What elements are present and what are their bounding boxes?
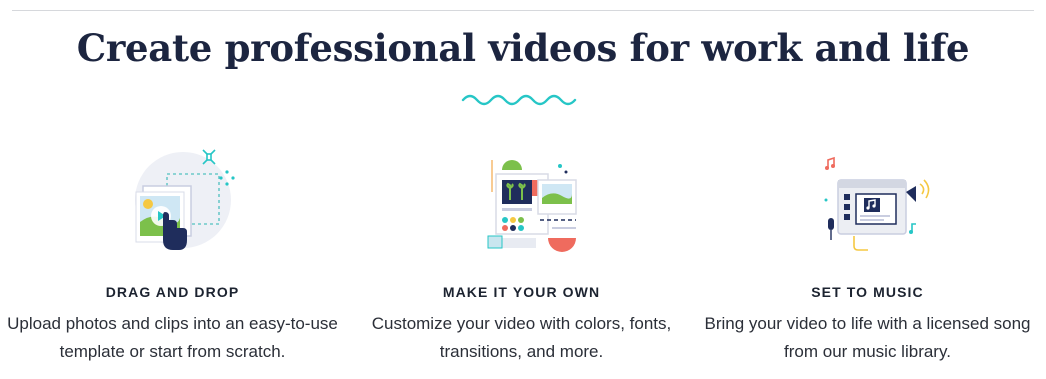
feature-description: Customize your video with colors, fonts,…	[371, 314, 672, 361]
feature-drag-and-drop: DRAG AND DROP Upload photos and clips in…	[0, 140, 345, 366]
page-title: Create professional videos for work and …	[76, 26, 970, 70]
top-divider	[12, 10, 1034, 11]
feature-description: Upload photos and clips into an easy-to-…	[7, 314, 338, 361]
squiggle-divider-icon	[461, 94, 577, 106]
feature-description: Bring your video to life with a licensed…	[704, 314, 1031, 361]
music-illustration-icon	[824, 156, 929, 251]
feature-set-to-music: SET TO MUSIC Bring your video to life wi…	[695, 140, 1040, 366]
feature-heading: SET TO MUSIC	[811, 284, 924, 300]
feature-make-it-your-own: MAKE IT YOUR OWN Customize your video wi…	[349, 140, 694, 366]
feature-heading: MAKE IT YOUR OWN	[442, 284, 601, 300]
customize-illustration-icon	[487, 160, 577, 252]
drag-and-drop-illustration-icon	[134, 149, 235, 250]
feature-heading: DRAG AND DROP	[105, 284, 240, 300]
